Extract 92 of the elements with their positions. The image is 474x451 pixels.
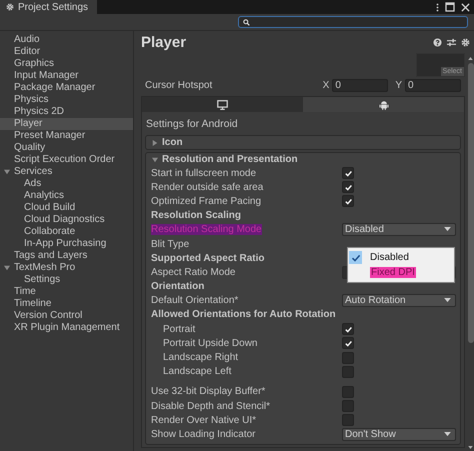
settings-icon[interactable] [461, 38, 470, 46]
field-label: Blit Type [151, 238, 190, 250]
dropdown[interactable]: Auto Rotation [342, 294, 456, 308]
sidebar-item[interactable]: Player [0, 118, 133, 130]
sidebar-item[interactable]: Services [0, 166, 133, 178]
checkbox[interactable] [342, 195, 354, 208]
scroll-up-icon[interactable] [468, 57, 473, 60]
sidebar-item[interactable]: Script Execution Order [0, 154, 133, 166]
search-field[interactable] [238, 16, 468, 28]
y-field[interactable]: 0 [405, 78, 461, 92]
field-label: Start in fullscreen mode [151, 168, 256, 179]
field-label: Landscape Left [163, 366, 232, 378]
checkbox[interactable] [342, 400, 354, 412]
section-header[interactable]: Resolution and Presentation [146, 153, 460, 166]
sidebar-item[interactable]: Ads [0, 178, 133, 190]
sidebar-item[interactable]: Input Manager [0, 70, 133, 82]
sidebar-item[interactable]: Quality [0, 142, 133, 154]
caret-icon [444, 298, 451, 304]
search-icon [243, 18, 250, 26]
field-label: Landscape Right [163, 352, 238, 364]
scrollbar-thumb[interactable] [468, 63, 474, 343]
checkbox[interactable] [342, 323, 354, 336]
field-label: Disable Depth and Stencil* [151, 400, 270, 412]
group-heading: Orientation [151, 281, 204, 292]
sidebar-item[interactable]: Cloud Build [0, 202, 133, 214]
close-icon[interactable] [461, 2, 470, 12]
window-tab[interactable]: Project Settings [0, 0, 97, 14]
field-label: Default Orientation* [151, 295, 238, 306]
sidebar-item[interactable]: Physics [0, 94, 133, 106]
maximize-icon[interactable] [445, 2, 455, 12]
sidebar-item[interactable]: Package Manager [0, 82, 133, 94]
menu-item[interactable]: Disabled [349, 250, 453, 265]
sidebar-item[interactable]: Editor [0, 46, 133, 58]
sidebar-item[interactable]: Settings [0, 274, 133, 286]
help-icon[interactable] [433, 38, 442, 46]
expand-triangle-icon [152, 156, 158, 162]
checkbox[interactable] [342, 352, 354, 364]
group-heading: Resolution Scaling [151, 210, 242, 222]
sidebar-item[interactable]: In-App Purchasing [0, 238, 133, 250]
field-label: Render outside safe area [151, 182, 264, 193]
checkbox[interactable] [342, 181, 354, 194]
field-label: X [322, 80, 330, 90]
settings-title: Settings for Android [145, 117, 239, 132]
expand-triangle-icon[interactable] [4, 169, 10, 175]
checkbox[interactable] [342, 337, 354, 350]
sidebar-item[interactable]: Collaborate [0, 226, 133, 238]
field-label: Aspect Ratio Mode [151, 266, 236, 278]
x-field[interactable]: 0 [332, 78, 388, 92]
more-icon[interactable] [436, 2, 439, 12]
sidebar-item[interactable]: Physics 2D [0, 106, 133, 118]
checkbox[interactable] [342, 366, 354, 378]
expand-triangle-icon [152, 140, 158, 146]
checkbox[interactable] [342, 386, 354, 398]
page-title: Player [141, 34, 186, 50]
expand-triangle-icon[interactable] [4, 265, 10, 271]
checkbox[interactable] [342, 167, 354, 180]
monitor-icon [217, 100, 228, 110]
sidebar-item[interactable]: Version Control [0, 310, 133, 322]
sidebar-item[interactable]: Time [0, 286, 133, 298]
platform-tab[interactable] [142, 97, 303, 112]
sidebar-item[interactable]: Graphics [0, 58, 133, 70]
section-header[interactable]: Icon [146, 136, 460, 149]
checkmark-icon [350, 252, 360, 262]
field-label: Y [395, 80, 402, 90]
dropdown[interactable]: Don't Show [342, 428, 456, 441]
group-heading: Supported Aspect Ratio [151, 252, 265, 264]
settings-icon [6, 3, 14, 11]
window-title: Project Settings [18, 2, 88, 12]
android-icon [378, 100, 388, 110]
sidebar-item[interactable]: Tags and Layers [0, 250, 133, 262]
sidebar-item[interactable]: Analytics [0, 190, 133, 202]
field-label: Show Loading Indicator [151, 428, 256, 440]
sidebar-item[interactable]: Cloud Diagnostics [0, 214, 133, 226]
caret-icon [444, 432, 451, 437]
field-label: Portrait Upside Down [163, 338, 258, 349]
sliders-icon[interactable] [447, 38, 456, 46]
caret-icon [444, 227, 451, 232]
sidebar-item[interactable]: Preset Manager [0, 130, 133, 142]
field-label: Portrait [163, 324, 196, 335]
field-label: Use 32-bit Display Buffer* [151, 386, 266, 398]
checkbox[interactable] [342, 414, 354, 426]
sidebar-item[interactable]: Audio [0, 34, 133, 46]
dropdown[interactable]: Disabled [342, 223, 456, 236]
field-label: Resolution Scaling Mode [151, 224, 262, 236]
sidebar-item[interactable]: TextMesh Pro [0, 262, 133, 274]
field-label: Optimized Frame Pacing [151, 196, 262, 207]
field-label: Render Over Native UI* [151, 414, 256, 426]
sidebar-item[interactable]: XR Plugin Management [0, 322, 133, 334]
sidebar-item[interactable]: Timeline [0, 298, 133, 310]
group-heading: Allowed Orientations for Auto Rotation [151, 309, 336, 320]
field-label: Cursor Hotspot [145, 80, 214, 90]
scroll-down-icon[interactable] [468, 446, 473, 449]
